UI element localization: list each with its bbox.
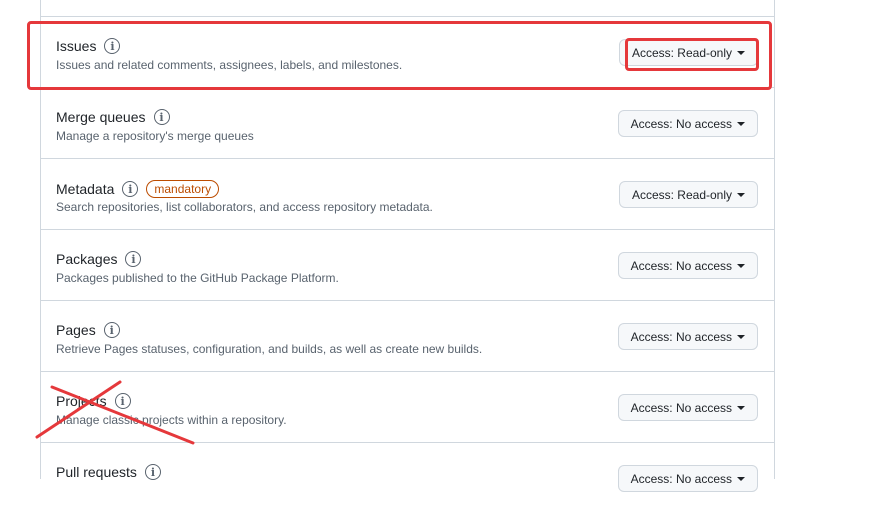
- caret-down-icon: [737, 476, 745, 481]
- access-label: Access: No access: [630, 471, 732, 486]
- cross-out-mark: [35, 380, 195, 445]
